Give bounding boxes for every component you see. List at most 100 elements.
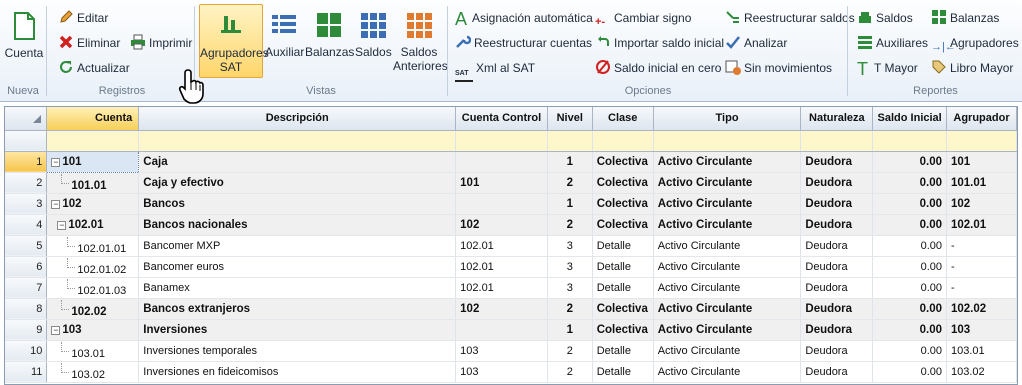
sin-movimientos-button[interactable]: Sin movimientos [725, 58, 832, 78]
saldos-anteriores-button[interactable]: Saldos Anteriores [393, 4, 448, 78]
table-row[interactable]: 6 102.01.02 Bancomer euros 102.01 3 Detalle Ac… [5, 256, 1017, 278]
cambiar-signo-button[interactable]: +- Cambiar signo [595, 8, 691, 28]
filter-cell-cuenta[interactable] [46, 130, 140, 152]
table-row[interactable]: 8 102.02 Bancos extranjeros 102 2 Colectiva Ac… [5, 298, 1017, 320]
cell-clase[interactable]: Colectiva [592, 214, 654, 236]
cell-tipo[interactable]: Activo Circulante [653, 172, 802, 194]
actualizar-button[interactable]: Actualizar [58, 58, 130, 78]
cell-tipo[interactable]: Activo Circulante [653, 340, 802, 362]
cell-descripcion[interactable]: Bancomer MXP [138, 235, 457, 257]
cell-descripcion[interactable]: Inversiones [138, 319, 457, 341]
column-header-naturaleza[interactable]: Naturaleza [800, 107, 874, 131]
cell-naturaleza[interactable]: Deudora [800, 214, 874, 236]
cell-clase[interactable]: Colectiva [592, 151, 654, 173]
cell-cuenta-control[interactable] [455, 319, 548, 341]
cell-nivel[interactable]: 2 [547, 298, 593, 320]
column-header-descripcion[interactable]: Descripción [138, 107, 457, 131]
cell-nivel[interactable]: 1 [547, 193, 593, 215]
cell-saldo-inicial[interactable]: 0.00 [872, 277, 947, 299]
table-row[interactable]: 4−102.01 Bancos nacionales 102 2 Colectiva Ac… [5, 214, 1017, 236]
saldo-cero-button[interactable]: Saldo inicial en cero [595, 58, 721, 78]
cell-nivel[interactable]: 1 [547, 151, 593, 173]
cell-clase[interactable]: Detalle [592, 361, 654, 383]
cell-descripcion[interactable]: Caja [138, 151, 457, 173]
filter-cell-agrupador[interactable] [946, 130, 1017, 152]
cell-agrupador[interactable]: 103 [946, 319, 1017, 341]
cell-cuenta-control[interactable] [455, 193, 548, 215]
row-number-cell[interactable]: 5 [5, 235, 48, 257]
cell-clase[interactable]: Detalle [592, 340, 654, 362]
reporte-t-mayor-button[interactable]: T T Mayor [857, 58, 918, 78]
filter-cell-tipo[interactable] [653, 130, 802, 152]
cell-cuenta[interactable]: −102 [46, 193, 140, 215]
table-row[interactable]: 2 101.01 Caja y efectivo 101 2 Colectiva Activ… [5, 172, 1017, 194]
cell-saldo-inicial[interactable]: 0.00 [872, 172, 947, 194]
cell-descripcion[interactable]: Bancomer euros [138, 256, 457, 278]
reestructurar-saldos-button[interactable]: Reestructurar saldos [725, 8, 855, 28]
cell-nivel[interactable]: 3 [547, 235, 593, 257]
cell-saldo-inicial[interactable]: 0.00 [872, 319, 947, 341]
row-number-cell[interactable]: 3 [5, 193, 48, 215]
cell-tipo[interactable]: Activo Circulante [653, 235, 802, 257]
cell-naturaleza[interactable]: Deudora [800, 151, 874, 173]
cell-naturaleza[interactable]: Deudora [800, 277, 874, 299]
editar-button[interactable]: Editar [58, 8, 108, 28]
cell-saldo-inicial[interactable]: 0.00 [872, 214, 947, 236]
collapse-node-icon[interactable]: − [51, 199, 61, 209]
eliminar-button[interactable]: Eliminar [58, 33, 120, 53]
cell-descripcion[interactable]: Caja y efectivo [138, 172, 457, 194]
cell-cuenta-control[interactable]: 102.01 [455, 235, 548, 257]
cell-naturaleza[interactable]: Deudora [800, 235, 874, 257]
table-row[interactable]: 3−102 Bancos 1 Colectiva Activo Circulante De… [5, 193, 1017, 215]
importar-saldo-button[interactable]: Importar saldo inicial [595, 33, 724, 53]
cell-tipo[interactable]: Activo Circulante [653, 256, 802, 278]
filter-cell-naturaleza[interactable] [800, 130, 874, 152]
row-number-cell[interactable]: 11 [5, 361, 48, 383]
cell-agrupador[interactable]: 102.01 [946, 214, 1017, 236]
cell-cuenta-control[interactable]: 102.01 [455, 277, 548, 299]
cell-descripcion[interactable]: Bancos [138, 193, 457, 215]
filter-cell-saldo-inicial[interactable] [872, 130, 947, 152]
cell-agrupador[interactable]: 103.01 [946, 340, 1017, 362]
column-header-cuenta[interactable]: 123* Cuenta [5, 107, 140, 131]
reporte-agrupadores-button[interactable]: →|←Agrupadores [931, 33, 1019, 53]
xml-sat-button[interactable]: SAT Xml al SAT [455, 58, 535, 82]
table-row[interactable]: 7 102.01.03 Banamex 102.01 3 Detalle Activo Ci… [5, 277, 1017, 299]
filter-cell-nivel[interactable] [547, 130, 593, 152]
filter-cell-descripcion[interactable] [138, 130, 457, 152]
cell-tipo[interactable]: Activo Circulante [653, 277, 802, 299]
row-number-cell[interactable]: 10 [5, 340, 48, 362]
cell-cuenta-control[interactable]: 101 [455, 172, 548, 194]
cell-nivel[interactable]: 2 [547, 214, 593, 236]
cell-saldo-inicial[interactable]: 0.00 [872, 298, 947, 320]
imprimir-button[interactable]: Imprimir [130, 33, 192, 53]
cell-agrupador[interactable]: - [946, 256, 1017, 278]
cell-saldo-inicial[interactable]: 0.00 [872, 235, 947, 257]
cell-descripcion[interactable]: Bancos nacionales [138, 214, 457, 236]
table-row[interactable]: 1−101 Caja 1 Colectiva Activo Circulante Deud… [5, 150, 1017, 173]
cell-naturaleza[interactable]: Deudora [800, 172, 874, 194]
cell-naturaleza[interactable]: Deudora [800, 298, 874, 320]
corner-header[interactable] [5, 107, 48, 131]
row-number-cell[interactable]: 9 [5, 319, 48, 341]
cell-agrupador[interactable]: 102 [946, 193, 1017, 215]
cell-naturaleza[interactable]: Deudora [800, 193, 874, 215]
row-number-cell[interactable]: 4 [5, 214, 48, 236]
filter-cell-cuenta-control[interactable] [455, 130, 548, 152]
cell-nivel[interactable]: 3 [547, 256, 593, 278]
column-header-nivel[interactable]: Nivel [547, 107, 593, 131]
balanzas-button[interactable]: Balanzas [305, 4, 354, 78]
cell-tipo[interactable]: Activo Circulante [653, 193, 802, 215]
cell-agrupador[interactable]: 102.02 [946, 298, 1017, 320]
cell-nivel[interactable]: 2 [547, 172, 593, 194]
cell-saldo-inicial[interactable]: 0.00 [872, 193, 947, 215]
cell-tipo[interactable]: Activo Circulante [653, 151, 802, 173]
cell-agrupador[interactable]: - [946, 277, 1017, 299]
reporte-libro-mayor-button[interactable]: Libro Mayor [931, 58, 1013, 78]
cell-tipo[interactable]: Activo Circulante [653, 214, 802, 236]
cell-cuenta[interactable]: 102.01.01 [46, 235, 140, 257]
cell-cuenta[interactable]: 102.02 [46, 298, 140, 320]
cell-cuenta-control[interactable]: 103 [455, 361, 548, 383]
agrupadores-sat-button[interactable]: Agrupadores SAT [199, 4, 269, 78]
cell-descripcion[interactable]: Bancos extranjeros [138, 298, 457, 320]
